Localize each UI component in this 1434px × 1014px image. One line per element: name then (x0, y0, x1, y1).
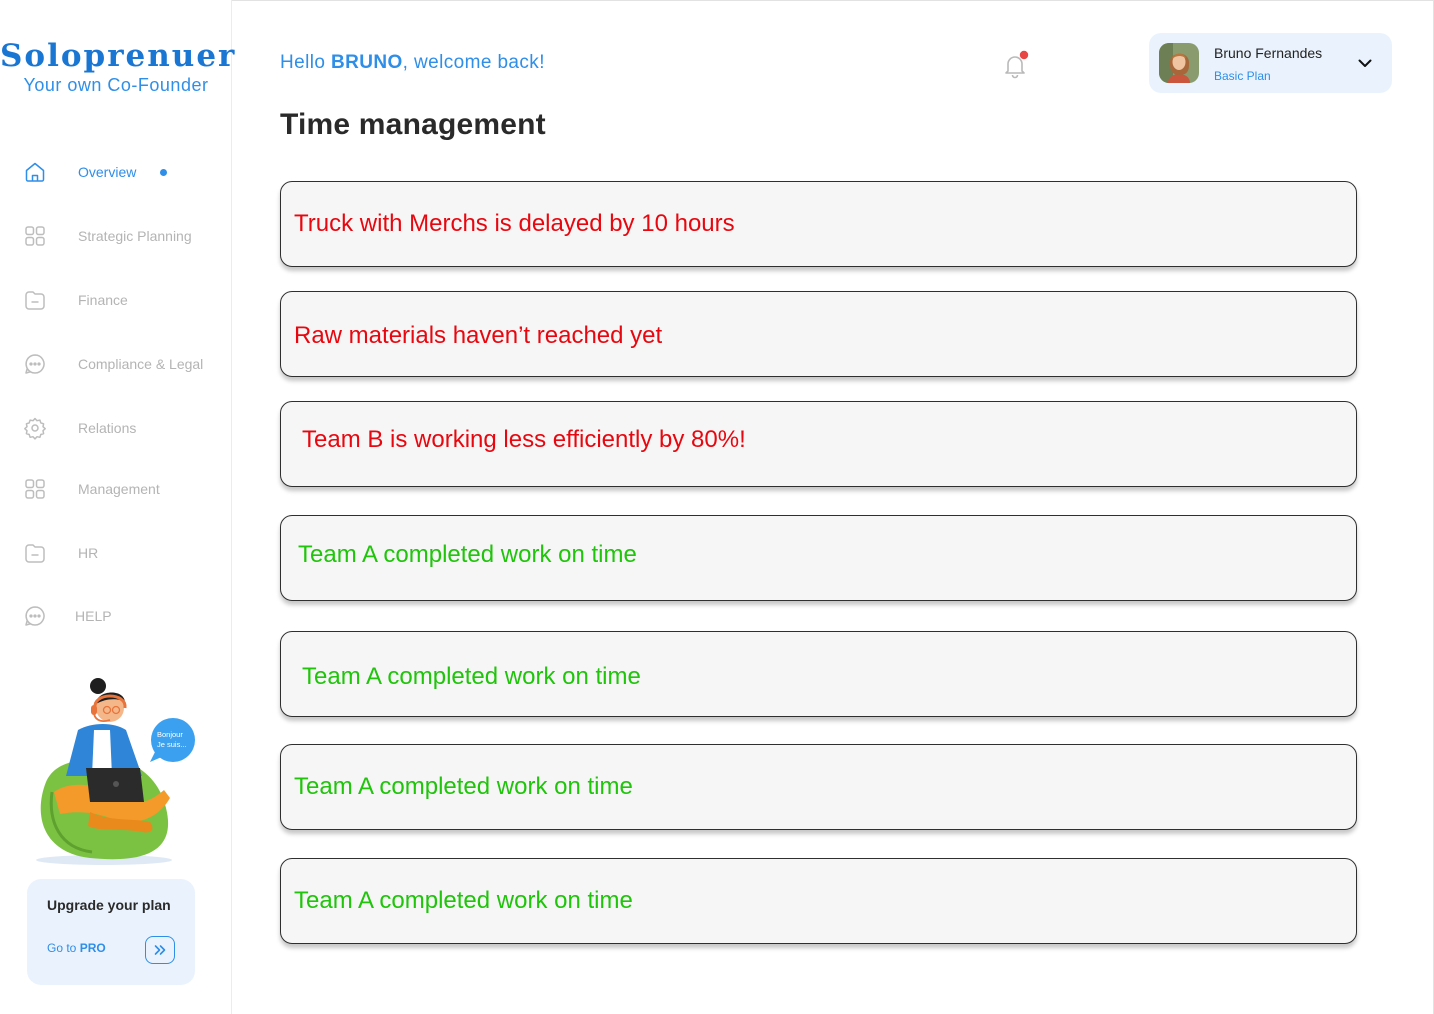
illustration-bubble-line2: Je suis... (157, 740, 187, 749)
sidebar-item-label: Finance (78, 292, 128, 308)
alert-text: Raw materials haven’t reached yet (294, 322, 663, 349)
alert-text: Truck with Merchs is delayed by 10 hours (294, 210, 735, 237)
folder-icon (22, 287, 48, 313)
sidebar-item-label: HR (78, 545, 99, 561)
user-profile-menu[interactable]: Bruno Fernandes Basic Plan (1149, 33, 1392, 93)
greeting-prefix: Hello (280, 52, 331, 73)
sidebar-item-relations[interactable]: Relations (22, 413, 222, 443)
upgrade-plan-title: Upgrade your plan (47, 897, 171, 913)
brand: Soloprenuer Your own Co-Founder (0, 38, 237, 96)
alert-card[interactable]: Team A completed work on time (280, 631, 1357, 717)
profile-name: Bruno Fernandes (1214, 45, 1323, 61)
active-indicator-dot (160, 168, 167, 176)
welcome-greeting: Hello BRUNO, welcome back! (280, 52, 545, 74)
sidebar: Soloprenuer Your own Co-Founder Overview… (0, 0, 237, 1014)
sidebar-item-strategic-planning[interactable]: Strategic Planning (22, 221, 222, 251)
upgrade-plan-card: Upgrade your plan Go to PRO (27, 879, 195, 985)
grid-icon (22, 476, 48, 502)
sidebar-item-label: Strategic Planning (78, 228, 192, 244)
notifications-button[interactable] (1000, 50, 1030, 80)
chevron-down-icon (1358, 59, 1372, 67)
gear-icon (22, 415, 48, 441)
sidebar-item-label: Compliance & Legal (78, 356, 204, 372)
home-icon (22, 159, 48, 185)
go-to-pro-button[interactable] (145, 936, 175, 964)
alert-text: Team A completed work on time (298, 541, 637, 568)
alert-card[interactable]: Team A completed work on time (280, 515, 1357, 601)
notification-dot (1019, 50, 1029, 60)
brand-subtitle: Your own Co-Founder (23, 75, 209, 95)
alert-card[interactable]: Raw materials haven’t reached yet (280, 291, 1357, 377)
sidebar-item-finance[interactable]: Finance (22, 285, 222, 315)
go-to-pro-link[interactable]: Go to PRO (47, 941, 106, 955)
double-chevron-right-icon (154, 945, 166, 955)
greeting-suffix: , welcome back! (402, 52, 545, 73)
go-to-pro-strong: PRO (79, 941, 106, 955)
chat-bubble-icon (22, 603, 48, 629)
assistant-illustration: Bonjour Je suis... (36, 678, 195, 865)
sidebar-item-hr[interactable]: HR (22, 538, 222, 568)
sidebar-item-overview[interactable]: Overview (22, 157, 222, 187)
sidebar-item-compliance-legal[interactable]: Compliance & Legal (22, 349, 222, 379)
alert-card[interactable]: Team A completed work on time (280, 858, 1357, 944)
avatar (1159, 43, 1199, 83)
alert-card[interactable]: Truck with Merchs is delayed by 10 hours (280, 181, 1357, 267)
alert-text: Team A completed work on time (294, 773, 633, 800)
brand-title: Soloprenuer (0, 38, 237, 74)
go-to-pro-prefix: Go to (47, 941, 80, 955)
alert-text: Team B is working less efficiently by 80… (302, 426, 746, 453)
profile-plan: Basic Plan (1214, 69, 1271, 83)
greeting-user-name: BRUNO (330, 52, 403, 73)
alert-text: Team A completed work on time (294, 887, 633, 914)
alert-card[interactable]: Team B is working less efficiently by 80… (280, 401, 1357, 487)
sidebar-item-label: HELP (75, 608, 112, 624)
illustration-bubble-line1: Bonjour (157, 730, 183, 739)
bell-icon (1005, 50, 1029, 79)
sidebar-item-management[interactable]: Management (22, 474, 222, 504)
grid-icon (22, 223, 48, 249)
sidebar-item-label: Management (78, 481, 160, 497)
sidebar-item-help[interactable]: HELP (22, 601, 222, 631)
sidebar-item-label: Overview (78, 164, 137, 180)
folder-icon (22, 540, 48, 566)
alert-card[interactable]: Team A completed work on time (280, 744, 1357, 830)
alert-text: Team A completed work on time (302, 663, 641, 690)
sidebar-item-label: Relations (78, 420, 137, 436)
page-title: Time management (280, 108, 546, 141)
chat-bubble-icon (22, 351, 48, 377)
